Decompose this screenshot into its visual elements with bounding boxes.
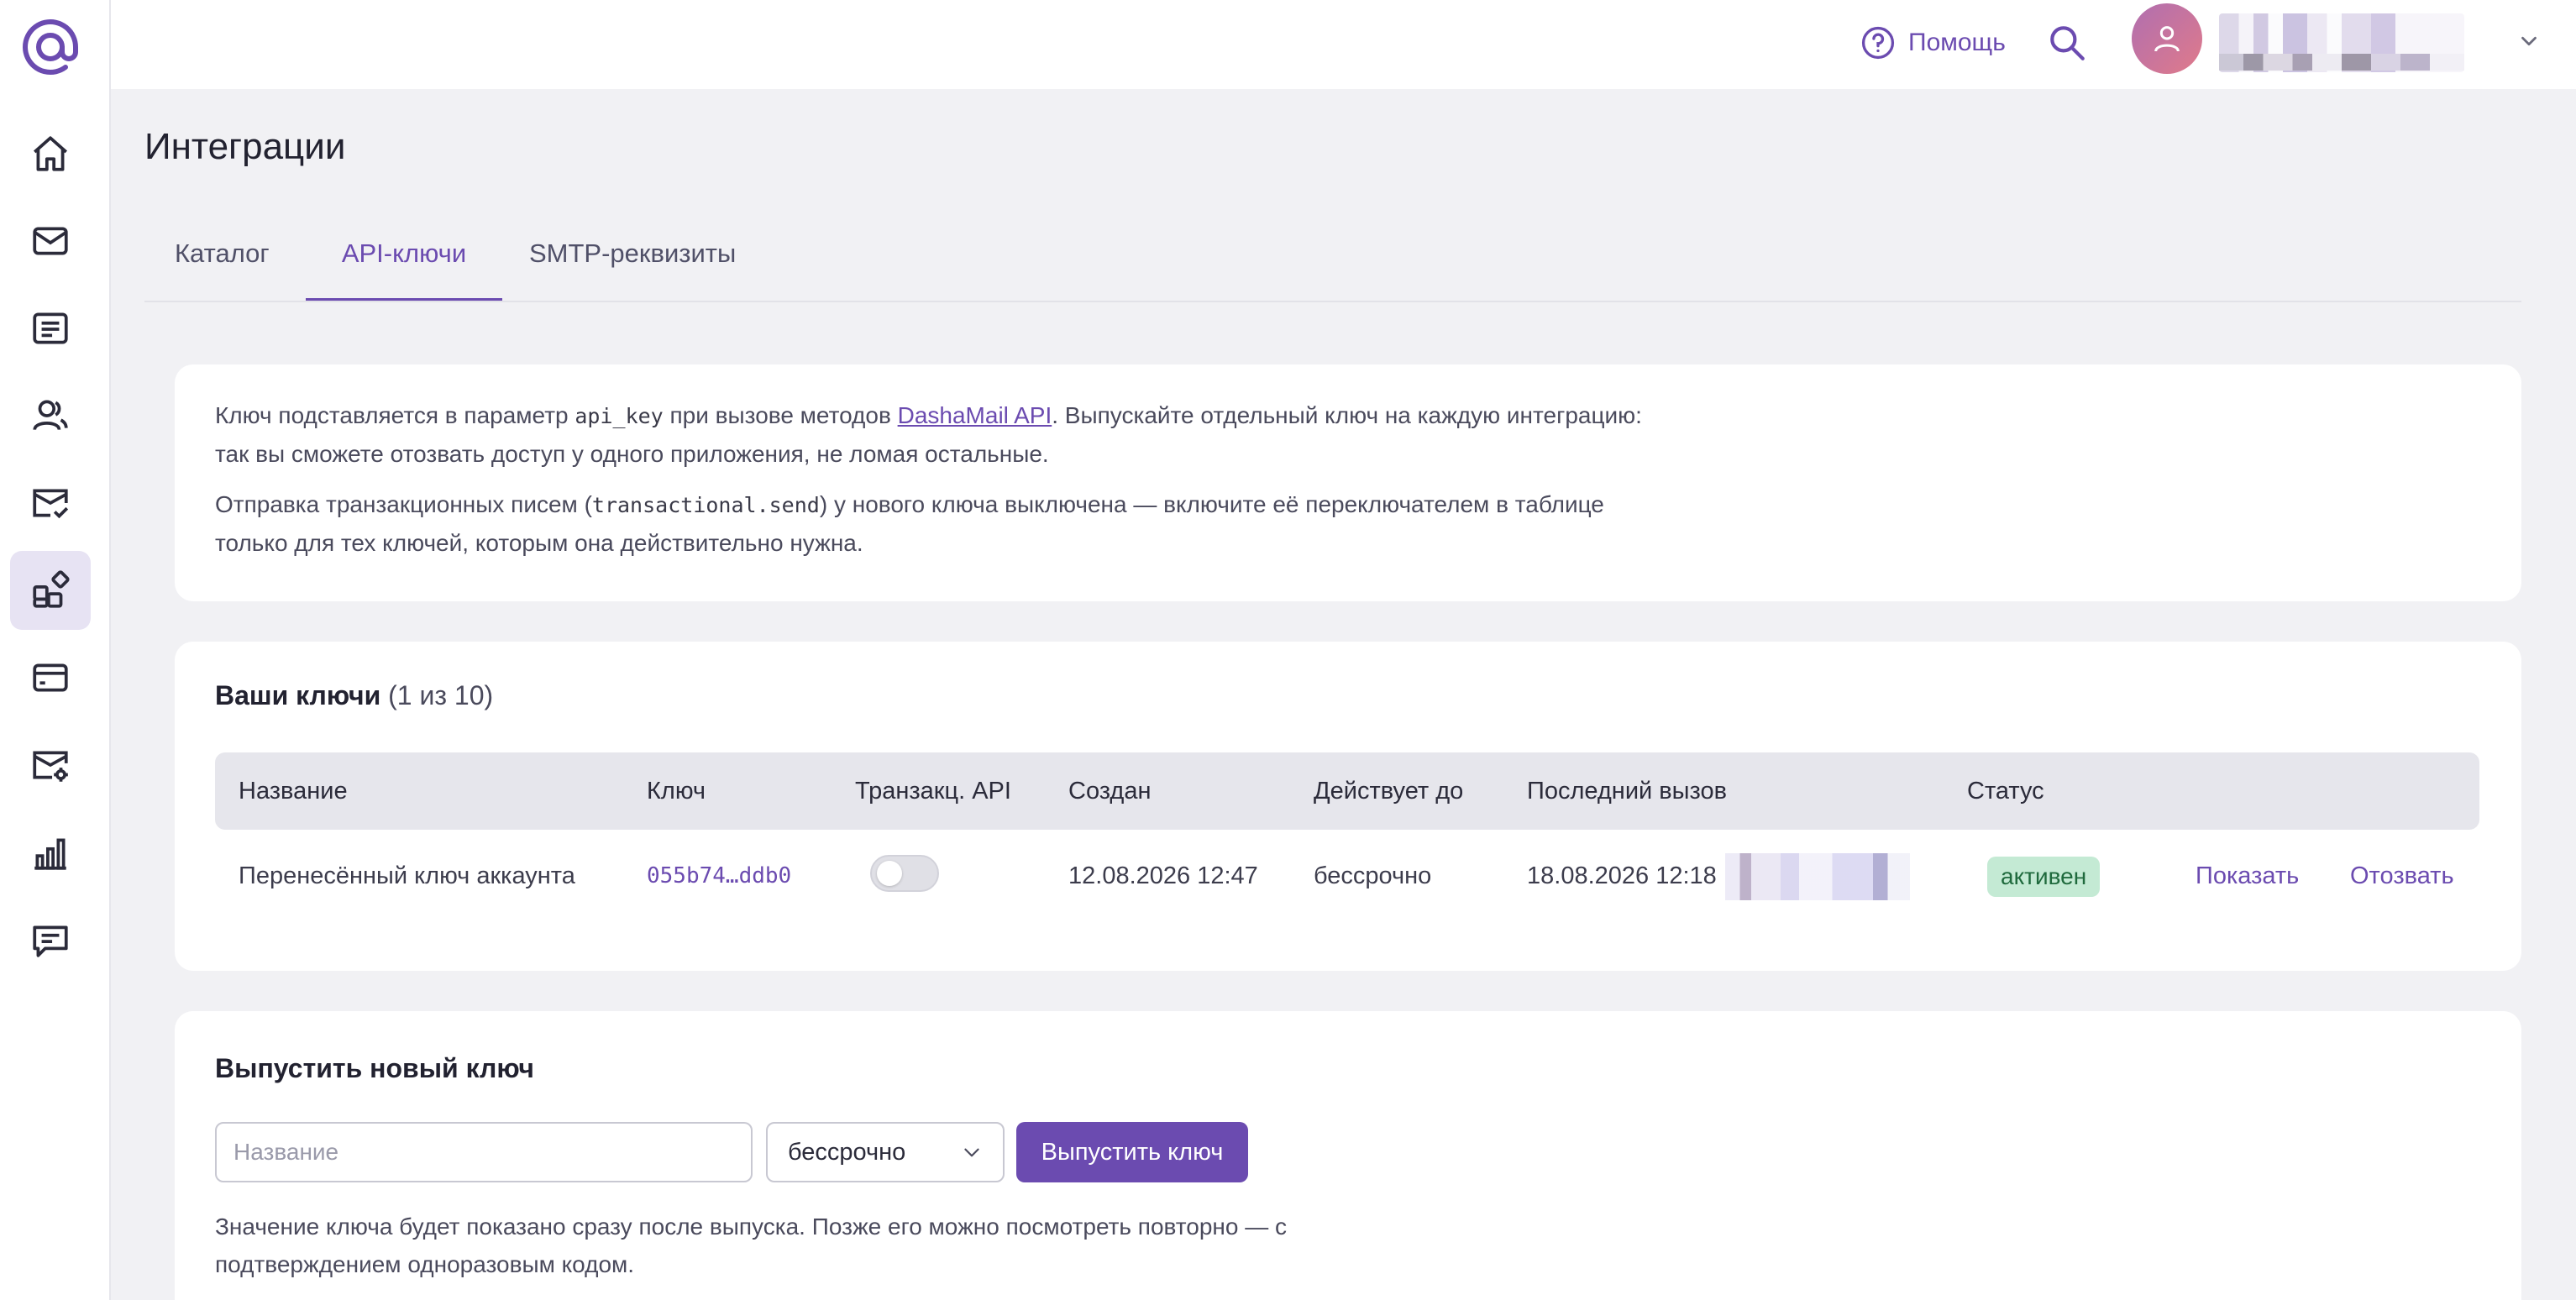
info-paragraph-2: Отправка транзакционных писем (transacti…	[215, 485, 1660, 562]
sidebar-item-contacts[interactable]	[10, 376, 91, 455]
column-name: Название	[239, 778, 348, 805]
created-date: 12.08.2026 12:47	[1068, 862, 1258, 889]
card-icon	[33, 663, 68, 692]
sidebar-item-mail[interactable]	[10, 202, 91, 280]
new-key-title: Выпустить новый ключ	[215, 1053, 534, 1083]
tab-catalog[interactable]: Каталог	[175, 235, 270, 301]
column-last-call: Последний вызов	[1527, 778, 1728, 805]
help-link[interactable]: Помощь	[1860, 22, 2006, 64]
key-name: Перенесённый ключ аккаунта	[239, 862, 575, 889]
bar-chart-icon	[34, 838, 66, 870]
help-label: Помощь	[1908, 29, 2006, 56]
sidebar-item-stats[interactable]	[10, 813, 91, 892]
avatar[interactable]	[2132, 3, 2202, 74]
column-transactional: Транзакц. API	[855, 778, 1011, 805]
document-icon	[33, 312, 68, 344]
column-valid-until: Действует до	[1314, 778, 1464, 805]
chevron-down-icon	[964, 1148, 979, 1157]
keys-title-label: Ваши ключи	[215, 680, 381, 710]
at-sign-icon[interactable]	[18, 15, 82, 79]
transactional-send-method: transactional.send	[591, 493, 820, 517]
help-circle-icon	[1861, 26, 1895, 60]
info-card: Ключ подставляется в параметр api_key пр…	[175, 364, 2521, 601]
sidebar-item-integrations[interactable]	[10, 551, 91, 630]
chevron-down-icon[interactable]	[2516, 29, 2542, 54]
table-header: Название Ключ Транзакц. API Создан Дейст…	[215, 752, 2479, 830]
mail-settings-icon	[33, 751, 68, 782]
info-text: Ключ подставляется в параметр	[215, 402, 575, 428]
issue-key-button[interactable]: Выпустить ключ	[1016, 1122, 1248, 1182]
last-call: 18.08.2026 12:18	[1527, 862, 1717, 889]
dashamail-api-link[interactable]: DashaMail API	[898, 402, 1052, 428]
info-text: Отправка транзакционных писем (	[215, 491, 592, 517]
sidebar	[0, 0, 111, 1300]
show-key-button[interactable]: Показать	[2196, 830, 2299, 922]
sidebar-item-forms[interactable]	[10, 289, 91, 368]
keys-card: Ваши ключи (1 из 10) Название Ключ Транз…	[175, 642, 2521, 971]
sidebar-item-automation[interactable]	[10, 464, 91, 543]
tab-api-keys[interactable]: API-ключи	[306, 235, 502, 301]
chat-icon	[33, 925, 68, 957]
search-icon	[2050, 26, 2085, 60]
column-created: Создан	[1068, 778, 1152, 805]
page-title: Интеграции	[144, 126, 346, 167]
keys-title: Ваши ключи (1 из 10)	[215, 680, 493, 711]
transactional-toggle[interactable]	[870, 855, 939, 892]
new-key-hint: Значение ключа будет показано сразу посл…	[215, 1214, 1288, 1277]
column-key: Ключ	[647, 778, 706, 805]
key-name-input[interactable]	[215, 1122, 753, 1182]
info-text: при вызове методов	[663, 402, 898, 428]
redacted-account-name	[2219, 13, 2464, 72]
tabs: Каталог API-ключи SMTP-реквизиты	[144, 235, 2521, 302]
redacted-caller-ip	[1725, 853, 1910, 900]
sidebar-item-billing[interactable]	[10, 638, 91, 717]
term-select[interactable]: бессрочно	[766, 1122, 1005, 1182]
revoke-key-button[interactable]: Отозвать	[2350, 830, 2454, 922]
key-value[interactable]: 055b74…ddb0	[647, 830, 791, 922]
status-badge: активен	[1987, 857, 2101, 897]
search-button[interactable]	[2046, 20, 2088, 66]
sidebar-item-settings[interactable]	[10, 726, 91, 805]
new-key-card: Выпустить новый ключ бессрочно Выпустить…	[175, 1011, 2521, 1300]
mail-icon	[33, 227, 68, 255]
info-paragraph-1: Ключ подставляется в параметр api_key пр…	[215, 396, 1660, 473]
home-icon	[34, 136, 67, 171]
sidebar-item-support[interactable]	[10, 900, 91, 979]
top-bar	[111, 0, 2576, 89]
tab-smtp[interactable]: SMTP-реквизиты	[529, 235, 736, 301]
api-key-param: api_key	[574, 404, 664, 428]
valid-until: бессрочно	[1314, 862, 1432, 889]
sidebar-item-home[interactable]	[10, 114, 91, 193]
keys-count: (1 из 10)	[388, 680, 494, 710]
term-selected: бессрочно	[788, 1139, 906, 1166]
column-status: Статус	[1967, 778, 2044, 805]
widgets-icon	[33, 570, 70, 608]
table-row: Перенесённый ключ аккаунта 055b74…ddb0 1…	[215, 830, 2479, 922]
users-icon	[33, 400, 68, 431]
mail-check-icon	[33, 489, 69, 519]
user-icon	[2154, 26, 2180, 52]
